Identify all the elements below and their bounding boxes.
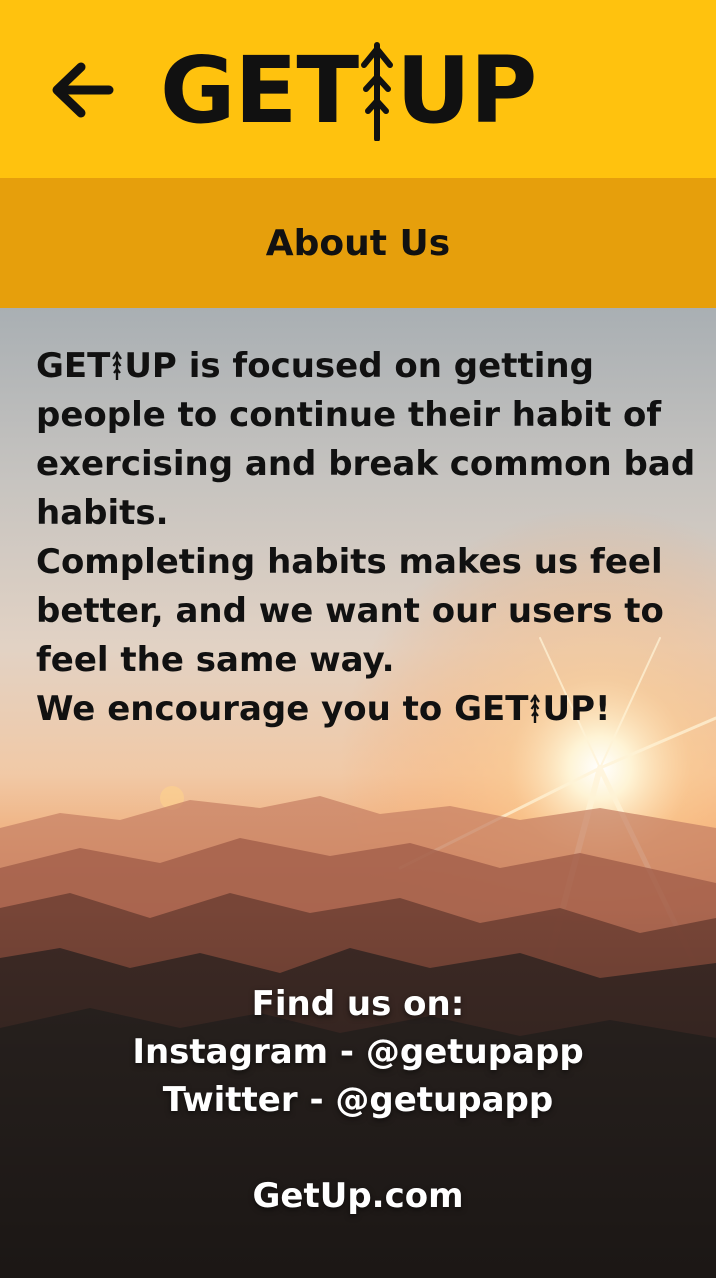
page-title: About Us <box>265 222 451 264</box>
up-arrow-tree-icon <box>112 351 123 380</box>
instagram-link[interactable]: Instagram - @getupapp <box>0 1028 716 1076</box>
about-paragraph-1: GET UP is focused on getting people to co… <box>36 342 696 538</box>
about-description: GET UP is focused on getting people to co… <box>36 342 696 734</box>
about-text-3: We encourage you to <box>36 689 455 729</box>
twitter-link[interactable]: Twitter - @getupapp <box>0 1076 716 1124</box>
about-paragraph-3: We encourage you to GET UP! <box>36 685 696 734</box>
arrow-left-icon <box>52 62 114 118</box>
brand-text-left: GET <box>454 689 529 729</box>
logo-text-right: UP <box>396 37 537 144</box>
app-header: GET UP <box>0 0 716 178</box>
app-logo: GET UP <box>160 36 537 146</box>
about-content: GET UP is focused on getting people to co… <box>0 308 716 1278</box>
brand-text-right: UP! <box>542 689 611 729</box>
website-link[interactable]: GetUp.com <box>0 1172 716 1220</box>
contact-heading: Find us on: <box>251 984 465 1024</box>
about-paragraph-2: Completing habits makes us feel better, … <box>36 542 664 680</box>
contact-section: Find us on: Instagram - @getupapp Twitte… <box>0 980 716 1220</box>
up-arrow-tree-icon <box>361 42 394 141</box>
brand-text-left: GET <box>36 346 111 386</box>
brand-text-right: UP <box>124 346 177 386</box>
about-us-bar: About Us <box>0 178 716 308</box>
back-button[interactable] <box>44 52 120 128</box>
up-arrow-tree-icon <box>530 694 541 723</box>
logo-text-left: GET <box>160 37 359 144</box>
